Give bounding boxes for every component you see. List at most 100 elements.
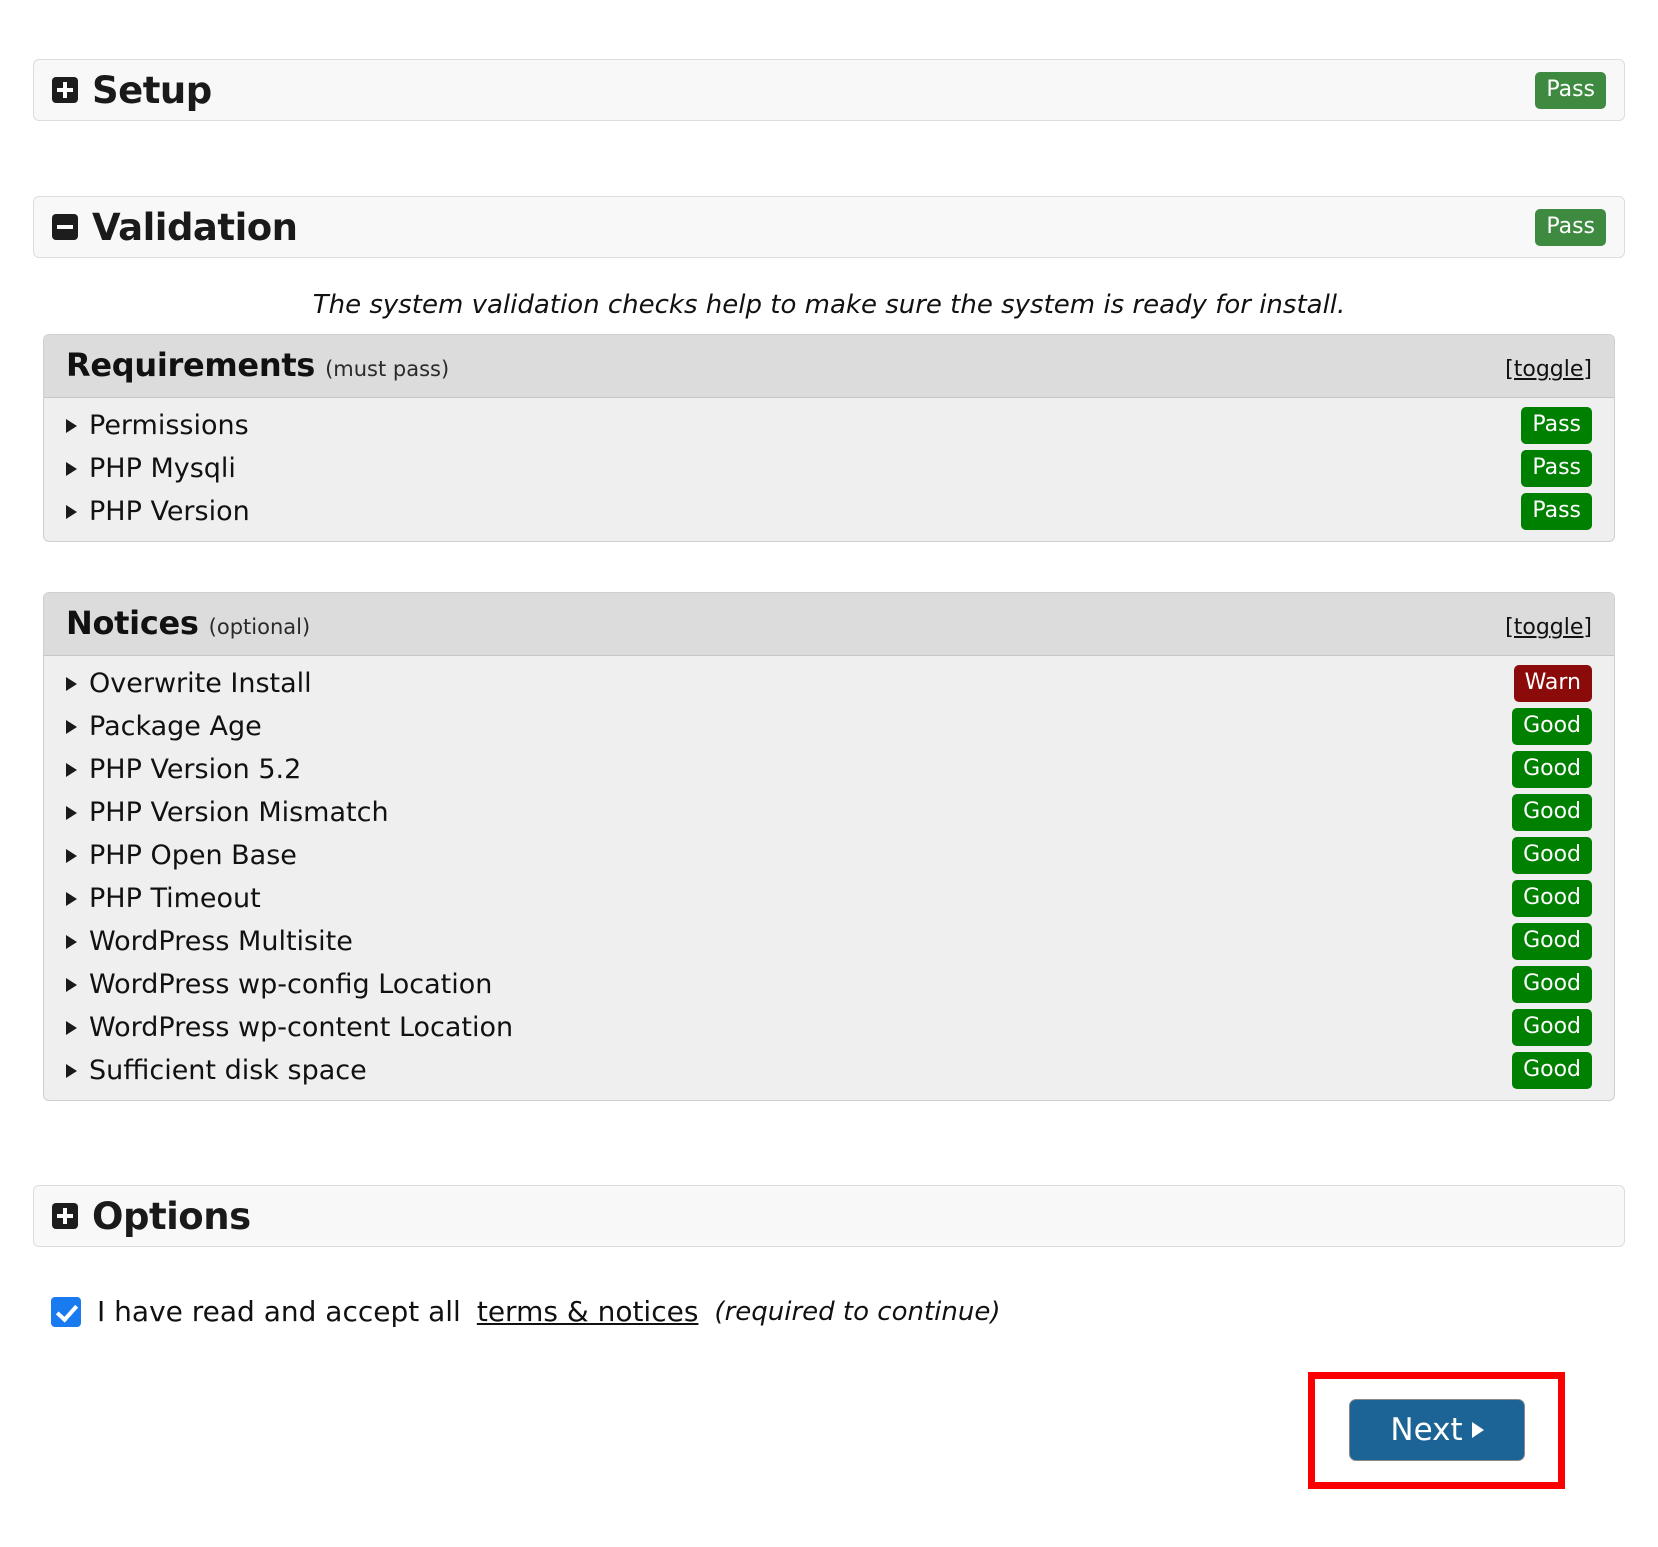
check-status-badge: Good <box>1512 837 1592 874</box>
check-status-badge: Good <box>1512 1009 1592 1046</box>
check-label: Package Age <box>89 711 262 742</box>
check-row-left: WordPress wp-content Location <box>66 1012 513 1043</box>
check-label: WordPress wp-content Location <box>89 1012 514 1043</box>
terms-text-before: I have read and accept all <box>97 1295 461 1328</box>
check-label: PHP Timeout <box>89 883 261 914</box>
check-row[interactable]: Permissions Pass <box>44 404 1614 447</box>
check-label: PHP Version Mismatch <box>89 797 389 828</box>
validation-description: The system validation checks help to mak… <box>312 290 1346 320</box>
setup-title-group: Setup <box>52 69 212 112</box>
check-label: PHP Version <box>89 496 250 527</box>
requirements-group: Requirements (must pass) [toggle] Permis… <box>43 334 1615 542</box>
check-status-badge: Good <box>1512 751 1592 788</box>
next-button[interactable]: Next <box>1349 1399 1525 1461</box>
check-row[interactable]: Overwrite Install Warn <box>44 662 1614 705</box>
check-status-badge: Good <box>1512 1052 1592 1089</box>
check-label: Overwrite Install <box>89 668 312 699</box>
validation-title-group: Validation <box>52 206 298 249</box>
check-row[interactable]: PHP Timeout Good <box>44 877 1614 920</box>
check-label: PHP Mysqli <box>89 453 236 484</box>
check-status-badge: Good <box>1512 880 1592 917</box>
check-label: WordPress Multisite <box>89 926 353 957</box>
check-row-left: PHP Timeout <box>66 883 261 914</box>
check-row[interactable]: WordPress wp-content Location Good <box>44 1006 1614 1049</box>
terms-and-notices-link[interactable]: terms & notices <box>477 1295 699 1328</box>
check-label: PHP Version 5.2 <box>89 754 302 785</box>
triangle-right-icon[interactable] <box>66 504 77 519</box>
triangle-right-icon[interactable] <box>66 1020 77 1035</box>
triangle-right-icon[interactable] <box>66 848 77 863</box>
check-label: Permissions <box>89 410 249 441</box>
validation-status-badge: Pass <box>1535 208 1606 246</box>
triangle-right-icon[interactable] <box>66 461 77 476</box>
check-row-left: Permissions <box>66 410 249 441</box>
next-button-label: Next <box>1390 1412 1463 1448</box>
minus-square-icon[interactable] <box>52 214 78 240</box>
triangle-right-icon[interactable] <box>66 977 77 992</box>
setup-section-header[interactable]: Setup Pass <box>33 59 1625 121</box>
notices-list: Overwrite Install Warn Package Age Good … <box>44 656 1614 1100</box>
footer: Next <box>33 1362 1625 1512</box>
check-row[interactable]: WordPress Multisite Good <box>44 920 1614 963</box>
setup-status-badge: Pass <box>1535 71 1606 109</box>
check-label: Sufficient disk space <box>89 1055 367 1086</box>
requirements-name: Requirements <box>66 346 316 384</box>
plus-square-icon[interactable] <box>52 77 78 103</box>
check-row[interactable]: PHP Version Pass <box>44 490 1614 533</box>
triangle-right-icon[interactable] <box>66 676 77 691</box>
check-row[interactable]: Package Age Good <box>44 705 1614 748</box>
requirements-heading: Requirements (must pass) <box>66 346 449 384</box>
plus-square-icon[interactable] <box>52 1203 78 1229</box>
check-row-left: PHP Version <box>66 496 250 527</box>
check-row-left: PHP Version 5.2 <box>66 754 301 785</box>
check-row-left: PHP Mysqli <box>66 453 236 484</box>
requirements-group-header: Requirements (must pass) [toggle] <box>44 335 1614 398</box>
options-title-group: Options <box>52 1195 251 1238</box>
check-row-left: Package Age <box>66 711 262 742</box>
notices-group: Notices (optional) [toggle] Overwrite In… <box>43 592 1615 1101</box>
terms-checkbox[interactable] <box>51 1296 81 1327</box>
triangle-right-icon[interactable] <box>66 762 77 777</box>
terms-required-note: (required to continue) <box>714 1296 1001 1327</box>
options-title: Options <box>92 1194 251 1238</box>
check-row[interactable]: WordPress wp-config Location Good <box>44 963 1614 1006</box>
check-status-badge: Pass <box>1521 407 1592 444</box>
triangle-right-icon[interactable] <box>66 891 77 906</box>
check-label: WordPress wp-config Location <box>89 969 493 1000</box>
triangle-right-icon[interactable] <box>66 805 77 820</box>
check-status-badge: Good <box>1512 794 1592 831</box>
check-row[interactable]: PHP Open Base Good <box>44 834 1614 877</box>
check-status-badge: Pass <box>1521 450 1592 487</box>
check-status-badge: Good <box>1512 708 1592 745</box>
installer-page: Setup Pass Validation Pass The system va… <box>0 59 1658 1512</box>
check-row[interactable]: Sufficient disk space Good <box>44 1049 1614 1092</box>
requirements-toggle-link[interactable]: [toggle] <box>1505 357 1592 382</box>
requirements-note: (must pass) <box>325 357 450 381</box>
check-row[interactable]: PHP Version Mismatch Good <box>44 791 1614 834</box>
notices-note: (optional) <box>208 615 311 639</box>
check-status-badge: Warn <box>1513 665 1592 702</box>
check-row[interactable]: PHP Version 5.2 Good <box>44 748 1614 791</box>
check-status-badge: Pass <box>1521 493 1592 530</box>
check-row-left: PHP Open Base <box>66 840 297 871</box>
check-row[interactable]: PHP Mysqli Pass <box>44 447 1614 490</box>
notices-group-header: Notices (optional) [toggle] <box>44 593 1614 656</box>
options-section-header[interactable]: Options <box>33 1185 1625 1247</box>
check-row-left: PHP Version Mismatch <box>66 797 389 828</box>
check-row-left: WordPress Multisite <box>66 926 353 957</box>
triangle-right-icon[interactable] <box>66 418 77 433</box>
terms-accept-row: I have read and accept all terms & notic… <box>51 1295 1625 1328</box>
check-status-badge: Good <box>1512 966 1592 1003</box>
check-row-left: Overwrite Install <box>66 668 312 699</box>
check-status-badge: Good <box>1512 923 1592 960</box>
check-row-left: Sufficient disk space <box>66 1055 367 1086</box>
check-row-left: WordPress wp-config Location <box>66 969 492 1000</box>
validation-section-header[interactable]: Validation Pass <box>33 196 1625 258</box>
triangle-right-icon[interactable] <box>66 1063 77 1078</box>
notices-toggle-link[interactable]: [toggle] <box>1505 615 1592 640</box>
triangle-right-icon[interactable] <box>66 934 77 949</box>
setup-title: Setup <box>92 68 212 112</box>
notices-heading: Notices (optional) <box>66 604 310 642</box>
triangle-right-icon[interactable] <box>66 719 77 734</box>
validation-title: Validation <box>92 205 298 249</box>
